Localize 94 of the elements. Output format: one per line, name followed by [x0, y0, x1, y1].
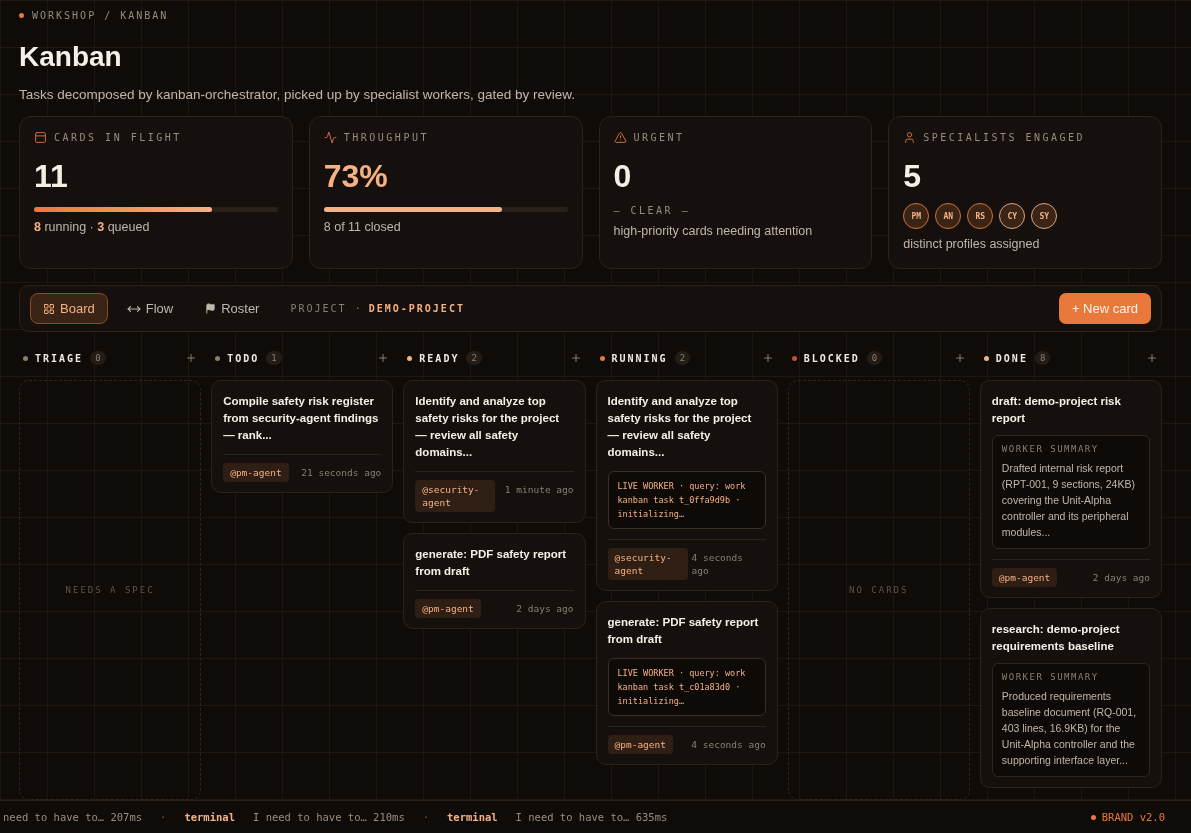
summary-text: Produced requirements baseline document (RQ-001, 403 lines, 16.9KB) for the Unit-Alpha controller and the supporting interface layer... [1001, 689, 1138, 768]
view-tab[interactable]: Board [30, 293, 108, 324]
card-title: generate: PDF safety report from draft [607, 615, 760, 647]
view-tab[interactable]: Roster [192, 293, 273, 324]
add-card-button[interactable] [761, 352, 774, 364]
card-time: 21 seconds ago [301, 466, 382, 479]
card-title: research: demo-project requirements baseline [991, 622, 1121, 654]
add-card-button[interactable] [569, 352, 582, 364]
warning-icon [613, 131, 627, 144]
stat-label: SPECIALISTS ENGAGED [923, 132, 1086, 143]
column-title: TODO [227, 352, 260, 364]
stat-value: 11 [34, 158, 69, 195]
avatar: PM [903, 203, 930, 229]
agent-tag: @pm-agent [415, 599, 481, 618]
project-label: PROJECT · [290, 303, 363, 314]
column-count: 2 [674, 351, 691, 365]
empty-text: NO CARDS [849, 585, 909, 595]
avatar: SY [1031, 203, 1058, 229]
stat-label: THROUGHPUT [343, 132, 429, 143]
empty-text: NEEDS A SPEC [65, 585, 155, 595]
add-card-button[interactable] [185, 352, 198, 364]
agent-tag: @security-agent [415, 480, 496, 512]
page-title: Kanban [19, 41, 123, 73]
stat-value: 0 [613, 158, 633, 195]
project-name: DEMO-PROJECT [368, 303, 465, 314]
column-count: 0 [90, 351, 106, 365]
log-text: I need to have to… 210ms [253, 811, 405, 823]
add-card-button[interactable] [1146, 352, 1158, 364]
log-text: I need to have to… 635ms [515, 811, 668, 823]
stat-value: 73% [323, 158, 389, 195]
separator: · [422, 811, 430, 823]
column-count: 1 [266, 351, 282, 365]
grid-icon [43, 302, 55, 315]
log-source: terminal [184, 811, 235, 823]
task-card[interactable]: Identify and analyze top safety risks for the project — review all safety domains... LIVE WORKER · query: work kanban task t_0ffa9d9b · initializing… @security-agent 4 seconds ago [595, 380, 778, 591]
card-title: Compile safety risk register from security-agent findings — rank... [223, 394, 380, 443]
task-card[interactable]: Identify and analyze top safety risks for the project — review all safety domains... @security-agent 1 minute ago [403, 380, 586, 523]
summary-text: Drafted internal risk report (RPT-001, 9 sections, 24KB) covering the Unit-Alpha controller and its peripheral modules... [1001, 461, 1136, 540]
card-title: Identify and analyze top safety risks for the project — review all safety domains... [607, 394, 753, 460]
agent-tag: @security-agent [607, 548, 688, 580]
person-icon [903, 131, 917, 144]
stat-note: 8 running · 3 queued [34, 220, 151, 234]
task-card[interactable]: research: demo-project requirements baseline WORKER SUMMARY Produced requirements baseline document (RQ-001, 403 lines, 16.9KB) for the Unit-Alpha controller and the supporting interface layer... [979, 608, 1162, 788]
live-worker-log: LIVE WORKER · query: work kanban task t_c01a83d0 · initializing… [607, 658, 766, 716]
stat-note: high-priority cards needing attention [613, 224, 814, 238]
agent-tag: @pm-agent [991, 568, 1058, 587]
card-time: 1 minute ago [504, 483, 574, 496]
panel-icon [34, 131, 47, 144]
activity-icon [323, 131, 337, 144]
column-title: TRIAGE [35, 352, 84, 364]
page-subtitle: Tasks decomposed by kanban-orchestrator, picked up by specialist workers, gated by review. [19, 87, 577, 102]
status-dot [19, 13, 24, 18]
avatar: RS [967, 203, 994, 229]
card-time: 2 days ago [516, 602, 574, 615]
task-card[interactable]: draft: demo-project risk report WORKER SUMMARY Drafted internal risk report (RPT-001, 9 sections, 24KB) covering the Unit-Alpha controller and its peripheral modules... @pm-agent 2 days ago [979, 380, 1162, 598]
column-title: DONE [995, 352, 1028, 364]
stat-value: 5 [903, 158, 923, 195]
log-source: terminal [447, 811, 498, 823]
column-count: 0 [866, 351, 883, 365]
brand-version: BRAND v2.0 [1101, 811, 1165, 823]
task-card[interactable]: generate: PDF safety report from draft @pm-agent 2 days ago [403, 533, 586, 629]
card-title: draft: demo-project risk report [991, 394, 1122, 426]
card-time: 4 seconds ago [691, 551, 744, 577]
add-card-button[interactable] [377, 352, 390, 364]
stat-note: 8 of 11 closed [323, 220, 402, 234]
breadcrumb: WORKSHOP / KANBAN [32, 10, 169, 21]
log-text: need to have to… 207ms [3, 811, 143, 823]
column-title: BLOCKED [803, 352, 860, 364]
summary-label: WORKER SUMMARY [1001, 672, 1100, 682]
agent-tag: @pm-agent [607, 735, 673, 754]
task-card[interactable]: Compile safety risk register from security-agent findings — rank... @pm-agent 21 seconds ago [211, 380, 394, 493]
column-count: 2 [466, 351, 482, 365]
agent-tag: @pm-agent [223, 463, 289, 482]
add-card-button[interactable] [953, 352, 966, 364]
card-time: 4 seconds ago [691, 738, 766, 751]
summary-label: WORKER SUMMARY [1001, 444, 1100, 454]
column-title: RUNNING [611, 352, 668, 364]
stat-label: CARDS IN FLIGHT [54, 132, 182, 143]
live-worker-log: LIVE WORKER · query: work kanban task t_0ffa9d9b · initializing… [607, 471, 766, 529]
status-text: — CLEAR — [613, 205, 692, 216]
card-time: 2 days ago [1092, 571, 1150, 584]
card-title: Identify and analyze top safety risks for the project — review all safety domains... [415, 394, 561, 460]
task-card[interactable]: generate: PDF safety report from draft LIVE WORKER · query: work kanban task t_c01a83d0 · initializing… @pm-agent 4 seconds ago [595, 601, 778, 765]
column-title: READY [419, 352, 460, 364]
flag-icon [205, 303, 217, 314]
column-count: 8 [1034, 351, 1051, 365]
avatar: CY [999, 203, 1026, 229]
card-title: generate: PDF safety report from draft [415, 547, 568, 579]
stat-note: distinct profiles assigned [903, 237, 1041, 251]
separator: · [160, 811, 167, 823]
avatar: AN [935, 203, 962, 229]
status-dot [1090, 814, 1096, 820]
view-tab[interactable]: Flow [113, 293, 187, 324]
stat-label: URGENT [633, 132, 685, 143]
